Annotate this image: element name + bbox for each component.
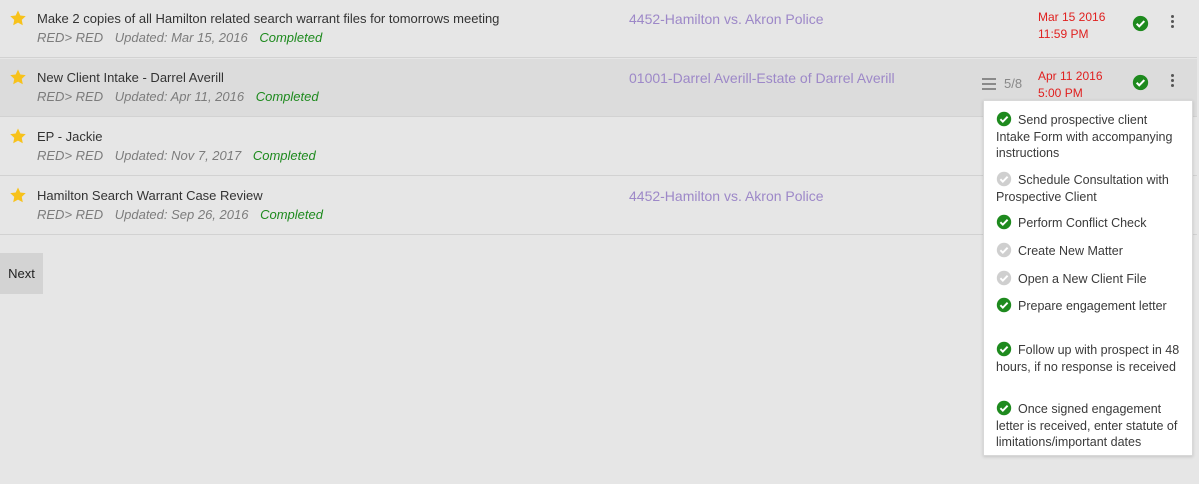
task-assignment: RED> RED (37, 89, 104, 104)
checklist-item[interactable]: Open a New Client File (996, 270, 1184, 288)
task-meta: RED> RED Updated: Apr 11, 2016 Completed (37, 89, 327, 104)
task-updated: Updated: Apr 11, 2016 (114, 89, 245, 104)
task-meta: RED> RED Updated: Nov 7, 2017 Completed (37, 148, 324, 163)
star-icon[interactable] (9, 9, 27, 27)
checklist-item-label: Follow up with prospect in 48 hours, if … (996, 343, 1180, 374)
checklist-progress[interactable]: 5/8 (1004, 76, 1022, 91)
task-status: Completed (255, 89, 319, 104)
checklist-item-label: Create New Matter (1018, 244, 1123, 258)
task-updated: Updated: Sep 26, 2016 (114, 207, 249, 222)
check-circle-icon[interactable] (1132, 15, 1149, 32)
star-icon[interactable] (9, 186, 27, 204)
checklist-item-label: Prepare engagement letter (1018, 299, 1167, 313)
task-row[interactable]: Make 2 copies of all Hamilton related se… (0, 0, 1197, 58)
next-page-button[interactable]: Next (0, 253, 43, 294)
task-meta: RED> RED Updated: Mar 15, 2016 Completed (37, 30, 330, 45)
matter-link[interactable]: 01001-Darrel Averill-Estate of Darrel Av… (629, 70, 895, 86)
task-assignment: RED> RED (37, 148, 104, 163)
check-circle-icon[interactable] (996, 270, 1012, 286)
checklist-popup: Send prospective client Intake Form with… (983, 100, 1193, 456)
check-circle-icon[interactable] (996, 111, 1012, 127)
checklist-item[interactable]: Follow up with prospect in 48 hours, if … (996, 341, 1184, 375)
checklist-item-label: Schedule Consultation with Prospective C… (996, 173, 1169, 204)
task-title[interactable]: EP - Jackie (37, 129, 103, 144)
task-title[interactable]: Hamilton Search Warrant Case Review (37, 188, 263, 203)
task-status: Completed (259, 30, 323, 45)
matter-link[interactable]: 4452-Hamilton vs. Akron Police (629, 188, 824, 204)
checklist-item-label: Open a New Client File (1018, 272, 1147, 286)
matter-link[interactable]: 4452-Hamilton vs. Akron Police (629, 11, 824, 27)
check-circle-icon[interactable] (996, 171, 1012, 187)
checklist-item-label: Once signed engagement letter is receive… (996, 402, 1178, 449)
list-icon[interactable] (982, 78, 996, 90)
task-assignment: RED> RED (37, 30, 104, 45)
checklist-item-label: Send prospective client Intake Form with… (996, 113, 1173, 160)
task-title[interactable]: Make 2 copies of all Hamilton related se… (37, 11, 499, 26)
checklist-item[interactable]: Create New Matter (996, 242, 1184, 260)
check-circle-icon[interactable] (996, 242, 1012, 258)
task-status: Completed (260, 207, 323, 222)
check-circle-icon[interactable] (996, 297, 1012, 313)
check-circle-icon[interactable] (996, 400, 1012, 416)
check-circle-icon[interactable] (996, 214, 1012, 230)
checklist-item[interactable]: Perform Conflict Check (996, 214, 1184, 232)
due-date-day: Mar 15 2016 (1038, 10, 1106, 24)
checklist-item[interactable]: Schedule Consultation with Prospective C… (996, 171, 1184, 205)
checklist-item[interactable]: Once signed engagement letter is receive… (996, 400, 1184, 451)
due-date-time: 11:59 PM (1038, 27, 1089, 41)
task-title[interactable]: New Client Intake - Darrel Averill (37, 70, 224, 85)
due-date-day: Apr 11 2016 (1038, 69, 1103, 83)
task-updated: Updated: Mar 15, 2016 (114, 30, 248, 45)
check-circle-icon[interactable] (996, 341, 1012, 357)
task-assignment: RED> RED (37, 207, 104, 222)
task-status: Completed (252, 148, 316, 163)
kebab-menu-icon[interactable] (1167, 15, 1177, 31)
due-date: Apr 11 2016 5:00 PM (1038, 68, 1103, 102)
star-icon[interactable] (9, 68, 27, 86)
kebab-menu-icon[interactable] (1167, 74, 1177, 90)
checklist-item[interactable]: Send prospective client Intake Form with… (996, 111, 1184, 162)
task-updated: Updated: Nov 7, 2017 (114, 148, 242, 163)
checklist-item[interactable]: Prepare engagement letter (996, 297, 1184, 315)
task-meta: RED> RED Updated: Sep 26, 2016 Completed (37, 207, 331, 222)
check-circle-icon[interactable] (1132, 74, 1149, 91)
star-icon[interactable] (9, 127, 27, 145)
checklist-item-label: Perform Conflict Check (1018, 216, 1147, 230)
due-date: Mar 15 2016 11:59 PM (1038, 9, 1105, 43)
